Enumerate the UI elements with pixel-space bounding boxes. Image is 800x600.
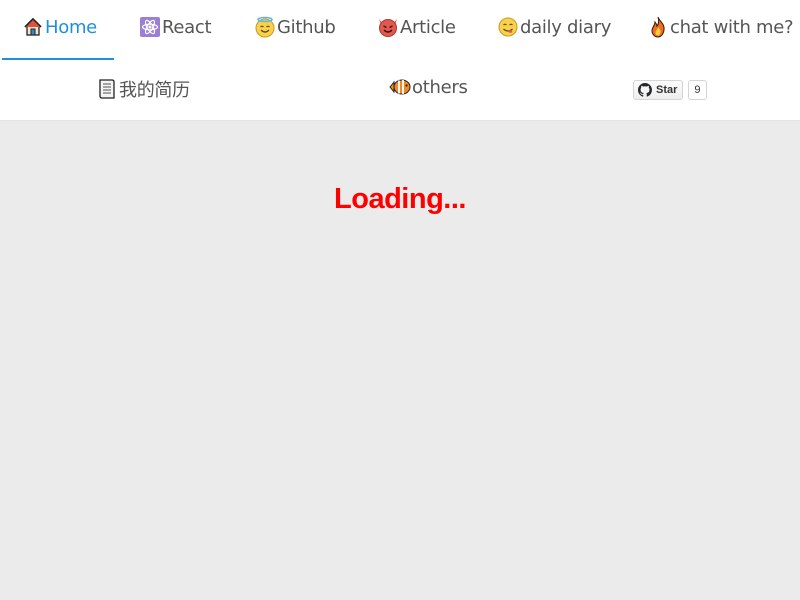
nav-item-resume[interactable]: 我的简历 [96, 76, 190, 102]
active-tab-indicator [2, 58, 114, 60]
nav-item-others[interactable]: others [389, 76, 468, 98]
nav-item-home[interactable]: Home [22, 16, 97, 38]
nav-item-chat-with-me[interactable]: chat with me? [647, 16, 794, 38]
nav-label: Github [277, 16, 336, 38]
nav-label: 我的简历 [119, 80, 190, 101]
github-star-button[interactable]: Star [633, 80, 684, 100]
nav-label: chat with me? [670, 16, 794, 38]
atom-icon [139, 16, 161, 38]
github-star-label: Star [656, 84, 678, 96]
page-with-curl-icon [96, 78, 118, 100]
smiling-devil-icon [377, 16, 399, 38]
nav-item-article[interactable]: Article [377, 16, 456, 38]
nav-label: React [162, 16, 212, 38]
nav-label: Home [45, 16, 97, 38]
github-star-widget: Star 9 [633, 80, 707, 100]
face-savoring-food-icon [497, 16, 519, 38]
nav-item-react[interactable]: React [139, 16, 212, 38]
top-navigation: Home React Github Article daily diary ch… [0, 0, 800, 121]
nav-label: others [412, 76, 468, 98]
nav-label: daily diary [520, 16, 612, 38]
fire-icon [647, 16, 669, 38]
tropical-fish-icon [389, 76, 411, 98]
smiling-face-with-halo-icon [254, 16, 276, 38]
nav-item-github[interactable]: Github [254, 16, 336, 38]
nav-item-daily-diary[interactable]: daily diary [497, 16, 611, 38]
github-star-count[interactable]: 9 [688, 80, 707, 100]
house-icon [22, 16, 44, 38]
github-icon [638, 83, 652, 97]
loading-indicator: Loading... [334, 183, 466, 215]
nav-label: Article [400, 16, 456, 38]
